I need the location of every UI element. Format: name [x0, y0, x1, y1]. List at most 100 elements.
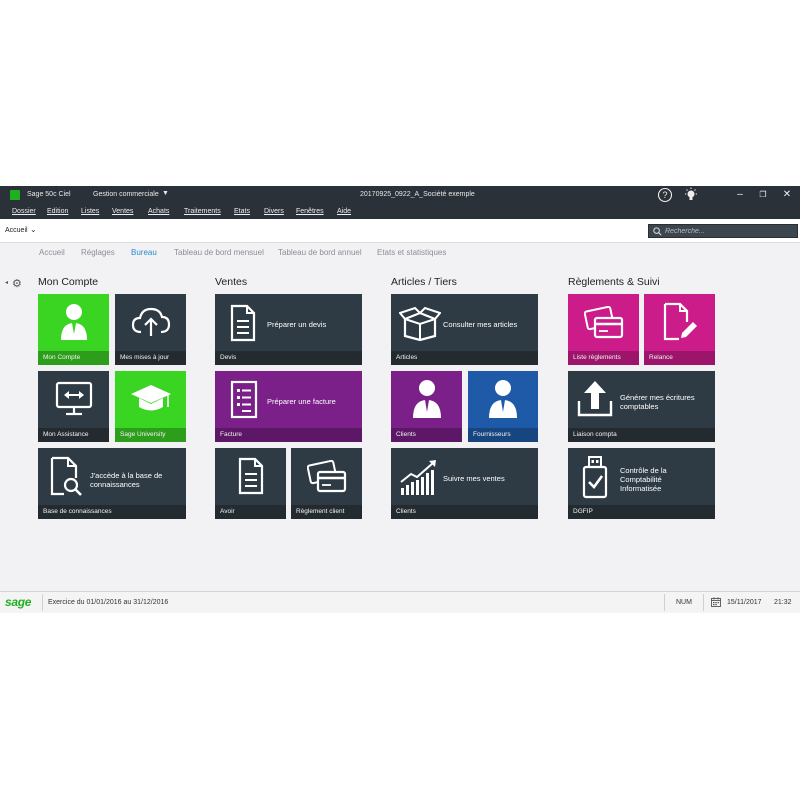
usb-drive-check-icon [582, 456, 608, 499]
document-edit-icon [663, 302, 697, 341]
tile-reglement-client[interactable]: Règlement client [291, 448, 362, 519]
tile-text: connaissances [90, 480, 140, 489]
menu-aide[interactable]: Aide [337, 208, 351, 215]
cloud-upload-icon [131, 307, 171, 336]
help-icon[interactable]: ? [657, 187, 673, 203]
tile-label: Liste règlements [568, 351, 639, 365]
menu-fenetres[interactable]: Fenêtres [296, 208, 324, 215]
tile-mon-compte[interactable]: Mon Compte [38, 294, 109, 365]
current-time: 21:32 [774, 599, 792, 606]
tab-accueil[interactable]: Accueil [39, 248, 65, 257]
fiscal-year-info: Exercice du 01/01/2016 au 31/12/2016 [48, 599, 169, 606]
settings-toggle[interactable]: ◂ ⚙ [5, 277, 25, 290]
package-icon [399, 306, 441, 341]
menu-listes[interactable]: Listes [81, 208, 99, 215]
user-icon [489, 380, 517, 418]
menu-etats[interactable]: Etats [234, 208, 250, 215]
graduation-cap-icon [131, 385, 171, 411]
tile-label: Liaison compta [568, 428, 715, 442]
tile-liste-reglements[interactable]: Liste règlements [568, 294, 639, 365]
calendar-icon[interactable] [711, 597, 721, 607]
tab-bureau[interactable]: Bureau [131, 248, 157, 257]
separator [664, 594, 665, 611]
menu-achats[interactable]: Achats [148, 208, 169, 215]
monitor-icon [55, 381, 93, 416]
tab-tableau-annuel[interactable]: Tableau de bord annuel [278, 248, 362, 257]
section-title-compte: Mon Compte [38, 276, 99, 288]
search-input[interactable] [665, 225, 795, 237]
title-bar: Sage 50c Ciel Gestion commerciale ▼ 2017… [0, 186, 800, 204]
separator [703, 594, 704, 611]
close-button[interactable]: ✕ [780, 188, 794, 202]
tile-label: Règlement client [291, 505, 362, 519]
document-search-icon [50, 456, 82, 496]
tile-label: DGFIP [568, 505, 715, 519]
credit-cards-icon [584, 306, 624, 339]
menu-edition[interactable]: Edition [47, 208, 68, 215]
tile-text: Consulter mes articles [443, 320, 518, 329]
tile-label: Articles [391, 351, 538, 365]
tile-label: Relance [644, 351, 715, 365]
location-selector[interactable]: Accueil [5, 227, 28, 234]
search-box[interactable] [648, 224, 798, 238]
credit-cards-icon [307, 460, 347, 493]
tile-label: Fournisseurs [468, 428, 538, 442]
tile-text: Préparer un devis [267, 320, 327, 329]
tile-label: Devis [215, 351, 362, 365]
menu-bar: Dossier Edition Listes Ventes Achats Tra… [0, 204, 800, 219]
tab-reglages[interactable]: Réglages [81, 248, 115, 257]
tile-label: Mon Compte [38, 351, 109, 365]
tile-relance[interactable]: Relance [644, 294, 715, 365]
tile-label: Avoir [215, 505, 286, 519]
chevron-left-icon: ◂ [5, 280, 9, 286]
chevron-down-icon[interactable]: ⌄ [30, 225, 37, 234]
tile-articles[interactable]: Consulter mes articles Articles [391, 294, 538, 365]
tile-label: Base de connaissances [38, 505, 186, 519]
tile-fournisseurs[interactable]: Fournisseurs [468, 371, 538, 442]
application-window: Sage 50c Ciel Gestion commerciale ▼ 2017… [0, 186, 800, 613]
tab-tableau-mensuel[interactable]: Tableau de bord mensuel [174, 248, 264, 257]
svg-text:?: ? [662, 190, 667, 200]
sage-app-icon [10, 190, 20, 200]
tile-base-connaissances[interactable]: J'accède à la base de connaissances Base… [38, 448, 186, 519]
document-icon [230, 304, 256, 342]
user-icon [413, 380, 441, 418]
status-bar: sage Exercice du 01/01/2016 au 31/12/201… [0, 591, 800, 613]
tile-devis[interactable]: Préparer un devis Devis [215, 294, 362, 365]
menu-dossier[interactable]: Dossier [12, 208, 36, 215]
tile-mes-mises-a-jour[interactable]: Mes mises à jour [115, 294, 186, 365]
tile-avoir[interactable]: Avoir [215, 448, 286, 519]
tile-text: Informatisée [620, 484, 662, 493]
tile-suivre-ventes[interactable]: Suivre mes ventes Clients [391, 448, 538, 519]
tile-liaison-compta[interactable]: Générer mes écritures comptables Liaison… [568, 371, 715, 442]
section-title-ventes: Ventes [215, 276, 248, 288]
caret-down-icon[interactable]: ▼ [162, 190, 169, 197]
tile-text: J'accède à la base de [90, 471, 163, 480]
tab-etats-statistiques[interactable]: Etats et statistiques [377, 248, 446, 257]
minimize-button[interactable]: – [733, 188, 747, 202]
menu-ventes[interactable]: Ventes [112, 208, 133, 215]
tile-mon-assistance[interactable]: Mon Assistance [38, 371, 109, 442]
document-title: 20170925_0922_A_Société exemple [360, 191, 475, 198]
tile-label: Sage University [115, 428, 186, 442]
module-selector[interactable]: Gestion commerciale [93, 191, 159, 198]
tile-label: Clients [391, 505, 538, 519]
menu-divers[interactable]: Divers [264, 208, 284, 215]
search-icon [653, 227, 662, 236]
sage-logo: sage [5, 595, 32, 609]
tile-clients[interactable]: Clients [391, 371, 462, 442]
tile-facture[interactable]: Préparer une facture Facture [215, 371, 362, 442]
tile-text: Suivre mes ventes [443, 474, 505, 483]
current-date: 15/11/2017 [727, 599, 762, 606]
tile-label: Mon Assistance [38, 428, 109, 442]
tile-label: Clients [391, 428, 462, 442]
menu-traitements[interactable]: Traitements [184, 208, 221, 215]
tab-bar: Accueil Réglages Bureau Tableau de bord … [0, 243, 800, 265]
lightbulb-icon[interactable] [683, 187, 699, 203]
upload-icon [577, 381, 613, 417]
tile-sage-university[interactable]: Sage University [115, 371, 186, 442]
tile-text: Préparer une facture [267, 397, 336, 406]
tile-text: Générer mes écritures [620, 393, 695, 402]
tile-dgfip[interactable]: Contrôle de la Comptabilité Informatisée… [568, 448, 715, 519]
restore-button[interactable]: ❐ [756, 188, 770, 202]
